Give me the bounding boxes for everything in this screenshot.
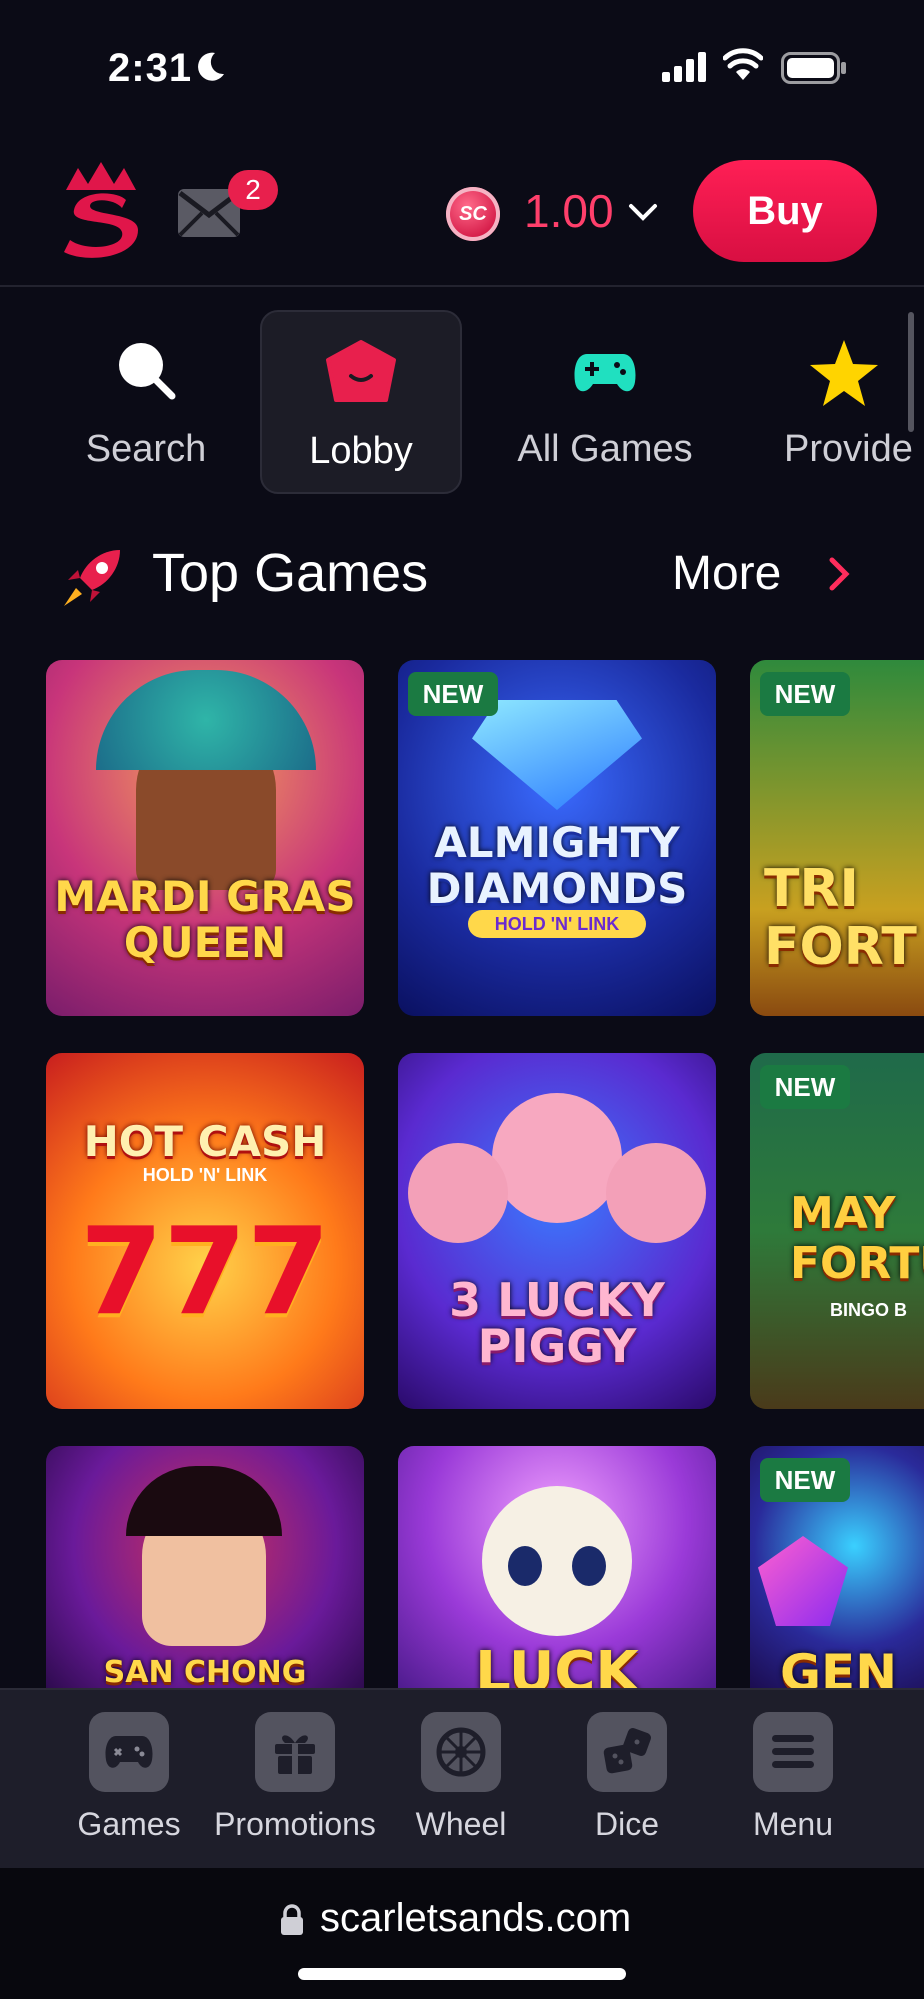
wheel-icon bbox=[436, 1727, 486, 1777]
nav-label: Dice bbox=[594, 1806, 659, 1842]
chevron-down-icon[interactable] bbox=[628, 202, 658, 222]
chevron-right-icon[interactable] bbox=[828, 556, 850, 592]
section-title: Top Games bbox=[152, 543, 429, 603]
lock-icon bbox=[281, 1904, 303, 1935]
top-games-header: Top Games More bbox=[0, 530, 924, 620]
nav-icon-box bbox=[421, 1712, 501, 1792]
gamepad-icon bbox=[105, 1736, 153, 1768]
game-tile[interactable]: NEW MAY FORTU BINGO B bbox=[750, 1053, 924, 1409]
game-art bbox=[508, 1546, 542, 1586]
dice-icon bbox=[603, 1728, 651, 1774]
scrollbar[interactable] bbox=[908, 312, 914, 432]
game-art bbox=[482, 1486, 632, 1636]
nav-icon-box bbox=[89, 1712, 169, 1792]
game-title: MAY FORTU bbox=[790, 1188, 924, 1289]
status-time: 2:31 bbox=[108, 46, 193, 90]
battery-icon bbox=[781, 52, 846, 84]
signal-icon bbox=[662, 52, 706, 82]
tab-providers[interactable]: Provide bbox=[772, 310, 924, 490]
game-subtitle: HOLD 'N' LINK bbox=[142, 1165, 268, 1185]
game-title: HOT CASH bbox=[83, 1117, 327, 1166]
nav-label: Games bbox=[77, 1806, 181, 1842]
game-tile[interactable]: NEW TRI FORT bbox=[750, 660, 924, 1016]
nav-icon-box bbox=[587, 1712, 667, 1792]
nav-menu[interactable]: Menu bbox=[710, 1712, 876, 1843]
tab-label: Lobby bbox=[309, 430, 413, 472]
game-tile[interactable]: MARDI GRAS QUEEN bbox=[46, 660, 364, 1016]
nav-label: Wheel bbox=[415, 1806, 507, 1842]
game-tile[interactable]: 3 LUCKY PIGGY bbox=[398, 1053, 716, 1409]
url-text[interactable]: scarletsands.com bbox=[320, 1896, 631, 1941]
new-badge: NEW bbox=[760, 672, 850, 716]
category-tabs: Search Lobby All Games Provide bbox=[0, 305, 924, 505]
nav-icon-box bbox=[753, 1712, 833, 1792]
game-tile[interactable]: SAN CHONG bbox=[46, 1446, 364, 1696]
game-art bbox=[126, 1466, 282, 1536]
gift-icon bbox=[275, 1735, 315, 1774]
nav-icon-box bbox=[255, 1712, 335, 1792]
tab-label: All Games bbox=[517, 428, 693, 470]
game-art bbox=[96, 670, 316, 770]
game-tile[interactable]: HOT CASH HOLD 'N' LINK 777 bbox=[46, 1053, 364, 1409]
nav-games[interactable]: Games bbox=[46, 1712, 212, 1843]
sc-coin-icon[interactable]: SC bbox=[446, 187, 500, 241]
rocket-icon bbox=[64, 550, 120, 606]
game-title: 3 LUCKY PIGGY bbox=[449, 1273, 665, 1373]
wifi-icon bbox=[723, 48, 763, 80]
star-icon bbox=[810, 340, 878, 406]
nav-label: Menu bbox=[752, 1806, 834, 1842]
balance-amount[interactable]: 1.00 bbox=[524, 184, 614, 238]
game-title: TRI FORT bbox=[764, 859, 917, 977]
game-art-777: 777 bbox=[79, 1203, 331, 1342]
home-indicator[interactable] bbox=[298, 1968, 626, 1980]
nav-label: Promotions bbox=[214, 1806, 376, 1842]
game-art bbox=[572, 1546, 606, 1586]
game-title: MARDI GRAS QUEEN bbox=[54, 872, 356, 967]
game-tile[interactable]: LUCK bbox=[398, 1446, 716, 1696]
moon-icon bbox=[198, 52, 224, 81]
browser-url-bar[interactable]: scarletsands.com bbox=[0, 1868, 924, 1999]
game-art bbox=[606, 1143, 706, 1243]
gamepad-icon bbox=[574, 354, 636, 392]
game-tile[interactable]: NEW GEN bbox=[750, 1446, 924, 1696]
game-art bbox=[472, 700, 642, 810]
game-tile[interactable]: NEW ALMIGHTY DIAMONDS HOLD 'N' LINK bbox=[398, 660, 716, 1016]
tab-lobby[interactable]: Lobby bbox=[260, 310, 462, 494]
game-art bbox=[758, 1536, 848, 1626]
app-header: 2 SC 1.00 Buy bbox=[0, 140, 924, 287]
tab-all-games[interactable]: All Games bbox=[500, 310, 710, 490]
tab-label: Provide bbox=[784, 428, 913, 470]
nav-promotions[interactable]: Promotions bbox=[212, 1712, 378, 1843]
new-badge: NEW bbox=[408, 672, 498, 716]
tab-label: Search bbox=[85, 428, 207, 470]
nav-dice[interactable]: Dice bbox=[544, 1712, 710, 1843]
scarlet-s-crown-logo[interactable] bbox=[56, 160, 146, 260]
game-art bbox=[408, 1143, 508, 1243]
game-title: ALMIGHTY DIAMONDS bbox=[426, 818, 688, 913]
new-badge: NEW bbox=[760, 1065, 850, 1109]
game-subtitle: BINGO B bbox=[830, 1300, 908, 1320]
bottom-nav: Games Promotions Wheel Dice Menu bbox=[0, 1688, 924, 1870]
mail-badge: 2 bbox=[228, 170, 278, 210]
more-link[interactable]: More bbox=[672, 546, 781, 601]
nav-wheel[interactable]: Wheel bbox=[378, 1712, 544, 1843]
game-art bbox=[492, 1093, 622, 1223]
lobby-icon bbox=[326, 340, 396, 402]
status-bar: 2:31 bbox=[0, 0, 924, 130]
new-badge: NEW bbox=[760, 1458, 850, 1502]
tab-search[interactable]: Search bbox=[60, 310, 232, 490]
menu-icon bbox=[772, 1735, 814, 1768]
game-subtitle: HOLD 'N' LINK bbox=[468, 910, 646, 938]
search-icon bbox=[119, 343, 176, 400]
buy-button[interactable]: Buy bbox=[693, 160, 877, 262]
